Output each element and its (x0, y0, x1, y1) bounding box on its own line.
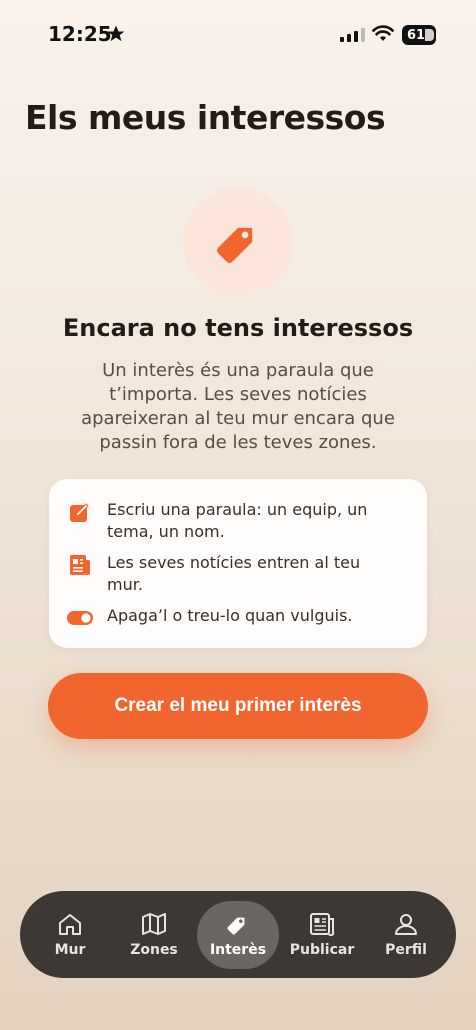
info-card: Escriu una paraula: un equip, un tema, u… (49, 479, 427, 648)
empty-state-description: Un interès és una paraula que t’importa.… (81, 360, 395, 453)
tab-label: Perfil (385, 941, 427, 958)
tab-label: Mur (54, 941, 86, 958)
page-title: Els meus interessos (25, 98, 386, 137)
hero-badge (183, 187, 293, 297)
home-icon (59, 913, 81, 935)
star-icon (107, 25, 125, 42)
cellular-signal-icon (340, 28, 365, 42)
info-item: Apaga’l o treu-lo quan vulguis. (67, 605, 397, 631)
info-item-text: Les seves notícies entren al teu mur. (107, 553, 361, 594)
status-time: 12:25 (48, 22, 112, 46)
tab-interes[interactable]: Interès (197, 900, 279, 969)
toggle-icon (67, 605, 93, 631)
edit-icon (67, 499, 93, 525)
tab-publicar[interactable]: Publicar (281, 901, 363, 969)
info-item-text: Apaga’l o treu-lo quan vulguis. (107, 606, 353, 625)
tab-label: Interès (209, 941, 267, 958)
empty-state-title: Encara no tens interessos (62, 314, 414, 342)
status-bar: 12:25 61 (0, 0, 476, 70)
map-icon (142, 912, 166, 935)
battery-level: 61 (406, 27, 426, 43)
tag-icon (217, 227, 253, 263)
user-icon (395, 913, 417, 935)
tab-perfil[interactable]: Perfil (365, 901, 447, 969)
create-first-interest-button[interactable]: Crear el meu primer interès (48, 673, 428, 739)
newspaper-icon (310, 912, 335, 936)
tab-zones[interactable]: Zones (113, 901, 195, 969)
info-item: Escriu una paraula: un equip, un tema, u… (67, 499, 397, 543)
tab-mur[interactable]: Mur (29, 901, 111, 969)
info-item-text: Escriu una paraula: un equip, un tema, u… (107, 500, 368, 541)
tab-label: Zones (130, 941, 178, 958)
tab-label: Publicar (289, 941, 355, 958)
newspaper-icon (67, 552, 93, 578)
info-item: Les seves notícies entren al teu mur. (67, 552, 397, 596)
tab-bar: Mur Zones Interès Publicar Perfil (20, 891, 456, 978)
tag-icon (227, 917, 245, 934)
battery-icon: 61 (402, 25, 436, 45)
wifi-icon (372, 25, 394, 41)
